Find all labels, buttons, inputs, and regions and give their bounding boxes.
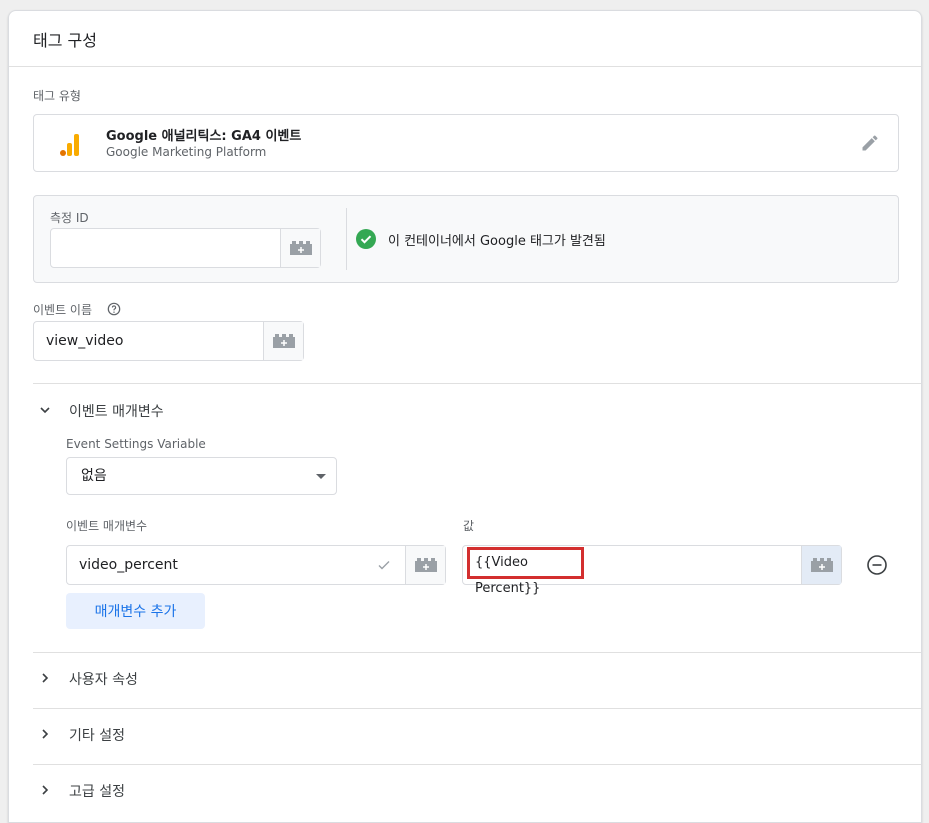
- section-divider: [33, 764, 921, 765]
- dropdown-arrow-icon: [316, 474, 326, 479]
- remove-row-icon[interactable]: [866, 554, 888, 576]
- add-parameter-button[interactable]: 매개변수 추가: [66, 593, 205, 629]
- advanced-settings-section-title[interactable]: 고급 설정: [69, 781, 125, 801]
- tag-type-selector[interactable]: Google 애널리틱스: GA4 이벤트 Google Marketing P…: [33, 114, 899, 172]
- tag-configuration-card: 태그 구성 태그 유형 Google 애널리틱스: GA4 이벤트 Google…: [8, 10, 922, 823]
- measurement-id-input[interactable]: [50, 228, 321, 268]
- param-value-text: {{Video Percent}}: [475, 555, 541, 596]
- other-settings-section-title[interactable]: 기타 설정: [69, 725, 125, 745]
- check-circle-icon: [356, 229, 376, 249]
- tag-type-name: Google 애널리틱스: GA4 이벤트: [106, 129, 302, 144]
- section-divider: [33, 708, 921, 709]
- help-icon[interactable]: [107, 302, 121, 316]
- param-value-input[interactable]: {{Video Percent}}: [462, 545, 842, 596]
- measurement-id-panel: 측정 ID 이 컨테이너에서 Google 태그가 발견됨: [33, 195, 899, 283]
- card-title: 태그 구성: [33, 31, 97, 50]
- param-column-label: 이벤트 매개변수: [66, 519, 148, 533]
- tag-type-label: 태그 유형: [33, 89, 81, 103]
- variable-brick-icon: [810, 558, 833, 572]
- google-analytics-icon: [60, 134, 80, 156]
- variable-brick-icon: [289, 241, 312, 255]
- event-name-input[interactable]: view_video: [33, 321, 304, 361]
- chevron-right-icon[interactable]: [38, 671, 52, 685]
- event-name-label: 이벤트 이름: [33, 303, 93, 317]
- param-name-input[interactable]: video_percent: [66, 545, 446, 585]
- highlighted-value: {{Video Percent}}: [467, 547, 584, 596]
- settings-variable-label: Event Settings Variable: [66, 437, 206, 451]
- tag-type-platform: Google Marketing Platform: [106, 145, 267, 159]
- settings-variable-select[interactable]: 없음: [66, 457, 337, 495]
- event-name-value: view_video: [46, 333, 124, 349]
- variable-picker-button[interactable]: [280, 229, 320, 267]
- check-icon: [378, 561, 390, 570]
- chevron-down-icon[interactable]: [38, 403, 52, 417]
- event-name-variable-button[interactable]: [263, 322, 303, 360]
- settings-variable-value: 없음: [81, 468, 107, 484]
- chevron-right-icon[interactable]: [38, 783, 52, 797]
- section-divider: [33, 652, 921, 653]
- param-name-variable-button[interactable]: [405, 546, 445, 584]
- event-params-section-title[interactable]: 이벤트 매개변수: [69, 401, 164, 421]
- variable-brick-icon: [414, 558, 437, 572]
- pencil-icon[interactable]: [860, 133, 880, 153]
- param-value-variable-button[interactable]: [801, 546, 841, 584]
- variable-brick-icon: [272, 334, 295, 348]
- chevron-right-icon[interactable]: [38, 727, 52, 741]
- section-divider: [33, 383, 921, 384]
- google-tag-found-status: 이 컨테이너에서 Google 태그가 발견됨: [388, 234, 606, 249]
- param-name-value: video_percent: [79, 557, 178, 573]
- panel-divider: [346, 208, 347, 270]
- user-properties-section-title[interactable]: 사용자 속성: [69, 669, 138, 689]
- value-column-label: 값: [463, 519, 475, 533]
- title-divider: [9, 66, 921, 67]
- measurement-id-label: 측정 ID: [50, 211, 89, 225]
